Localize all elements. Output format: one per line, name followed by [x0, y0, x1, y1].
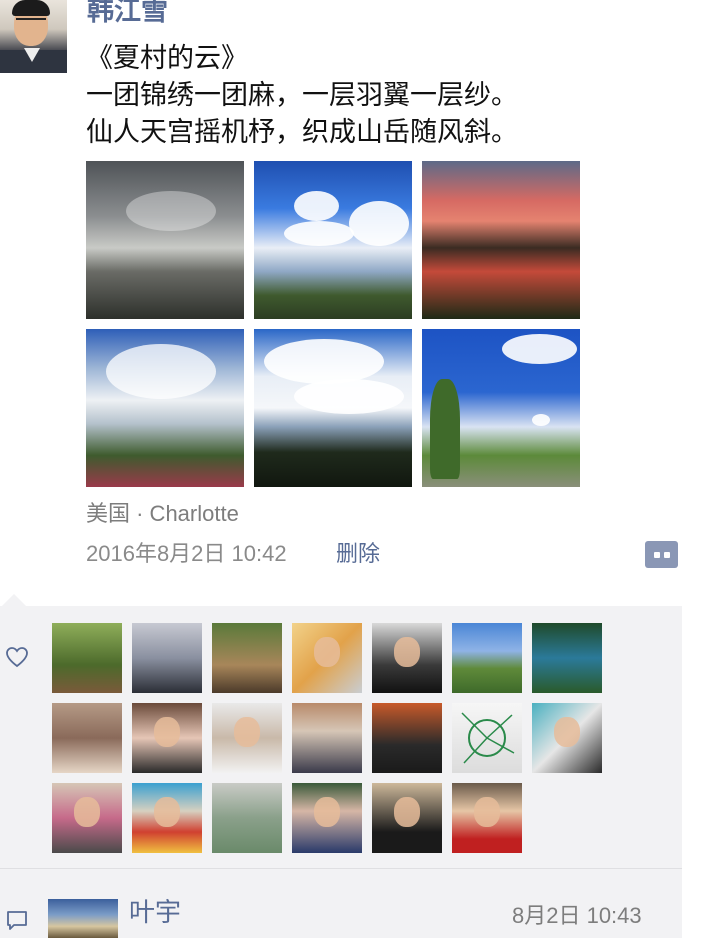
liker-avatar[interactable]	[52, 783, 122, 853]
author-avatar[interactable]	[0, 0, 67, 73]
delete-link[interactable]: 删除	[336, 540, 380, 568]
liker-avatar[interactable]	[532, 703, 602, 773]
comment-time: 8月2日 10:43	[512, 903, 642, 928]
liker-avatar[interactable]	[292, 783, 362, 853]
comment-dots-icon[interactable]	[645, 541, 678, 568]
poem-line-1: 一团锦绣一团麻，一层羽翼一层纱。	[86, 80, 518, 110]
post-text: 《夏村的云》 一团锦绣一团麻，一层羽翼一层纱。 仙人天宫摇机杼，织成山岳随风斜。	[86, 40, 518, 151]
liker-avatar[interactable]	[372, 703, 442, 773]
liker-avatar[interactable]	[292, 623, 362, 693]
liker-avatar[interactable]	[52, 703, 122, 773]
liker-avatar[interactable]	[212, 703, 282, 773]
liker-avatar[interactable]	[52, 623, 122, 693]
post-location[interactable]: 美国 · Charlotte	[86, 500, 239, 528]
liker-avatar[interactable]	[212, 783, 282, 853]
speech-bubble-icon	[7, 911, 27, 930]
post-photo-1[interactable]	[86, 161, 244, 319]
liker-avatar[interactable]	[372, 783, 442, 853]
liker-avatar[interactable]	[132, 703, 202, 773]
liker-avatar[interactable]	[452, 703, 522, 773]
post-photo-4[interactable]	[86, 329, 244, 487]
liker-avatar[interactable]	[372, 623, 442, 693]
heart-outline-icon	[6, 647, 28, 668]
poem-line-2: 仙人天宫摇机杼，织成山岳随风斜。	[86, 117, 518, 147]
post-timestamp: 2016年8月2日 10:42	[86, 541, 287, 566]
poem-title: 《夏村的云》	[86, 43, 248, 73]
liker-avatar[interactable]	[532, 623, 602, 693]
commenter-name[interactable]: 叶宇	[129, 896, 181, 928]
post-photo-5[interactable]	[254, 329, 412, 487]
liker-avatar[interactable]	[292, 703, 362, 773]
liker-avatar[interactable]	[132, 623, 202, 693]
post-photo-2[interactable]	[254, 161, 412, 319]
author-name[interactable]: 韩江雪	[87, 0, 168, 28]
panel-arrow	[2, 594, 26, 606]
liker-avatar[interactable]	[452, 623, 522, 693]
liker-avatar[interactable]	[212, 623, 282, 693]
post-photo-6[interactable]	[422, 329, 580, 487]
post-photo-3[interactable]	[422, 161, 580, 319]
liker-avatar[interactable]	[132, 783, 202, 853]
commenter-avatar[interactable]	[48, 899, 118, 938]
liker-avatar[interactable]	[452, 783, 522, 853]
